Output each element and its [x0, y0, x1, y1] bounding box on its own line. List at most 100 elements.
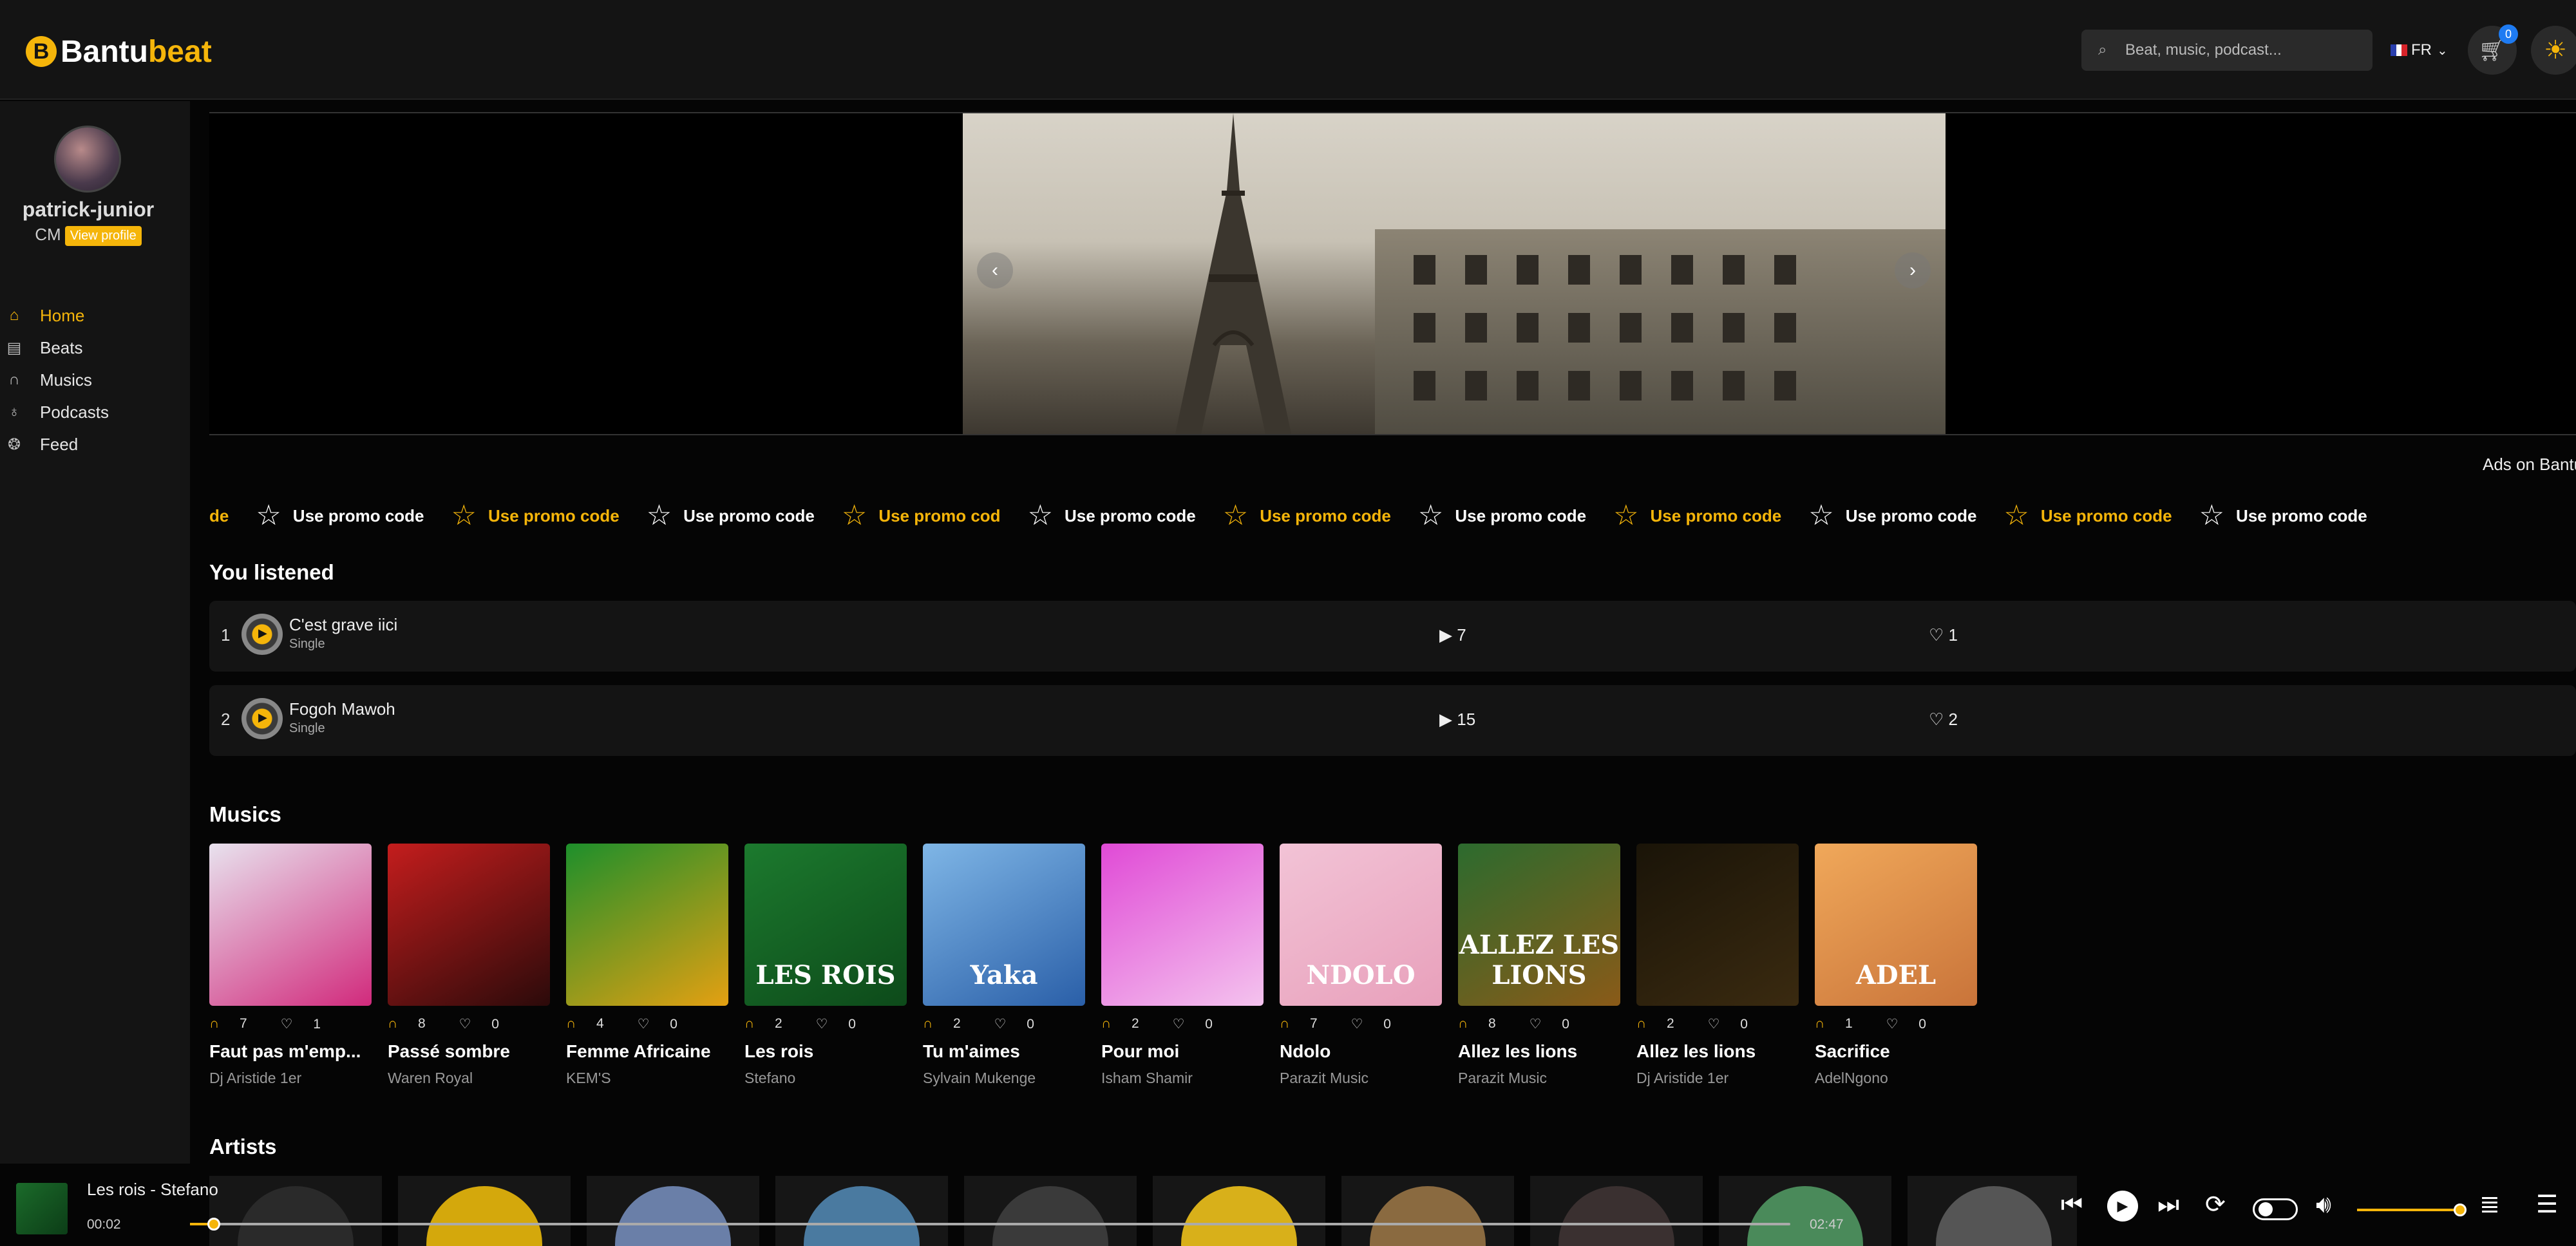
- theme-toggle-button[interactable]: ☀: [2531, 26, 2576, 75]
- music-artist[interactable]: Waren Royal: [388, 1070, 550, 1087]
- like-stat[interactable]: ♡ 0: [994, 1016, 1051, 1032]
- music-artist[interactable]: Sylvain Mukenge: [923, 1070, 1085, 1087]
- music-card[interactable]: ∩ 8 ♡ 0 Passé sombre Waren Royal: [388, 844, 550, 1087]
- ads-label[interactable]: Ads on Bantu: [2483, 455, 2576, 475]
- track-title[interactable]: Fogoh Mawoh: [289, 699, 395, 719]
- sidebar-item-musics[interactable]: ∩ Musics: [6, 364, 109, 396]
- music-card[interactable]: NDOLO ∩ 7 ♡ 0 Ndolo Parazit Music: [1280, 844, 1442, 1087]
- music-cover[interactable]: Yaka: [923, 844, 1085, 1006]
- music-title[interactable]: Allez les lions: [1458, 1041, 1620, 1062]
- avatar[interactable]: [54, 126, 121, 193]
- music-title[interactable]: Femme Africaine: [566, 1041, 728, 1062]
- language-selector[interactable]: FR ⌄: [2391, 39, 2448, 62]
- sidebar-item-feed[interactable]: ❂ Feed: [6, 428, 109, 460]
- player-progress-bar[interactable]: [190, 1218, 1790, 1231]
- music-cover[interactable]: [566, 844, 728, 1006]
- like-stat[interactable]: ♡ 0: [1173, 1016, 1229, 1032]
- music-card[interactable]: ALLEZ LES LIONS ∩ 8 ♡ 0 Allez les lions Para…: [1458, 844, 1620, 1087]
- music-artist[interactable]: Dj Aristide 1er: [1636, 1070, 1799, 1087]
- music-title[interactable]: Faut pas m'emp...: [209, 1041, 372, 1062]
- repeat-button[interactable]: ⟳: [2205, 1192, 2226, 1218]
- track-title[interactable]: C'est grave iici: [289, 615, 397, 635]
- promo-item[interactable]: ☆ Use promo code: [1028, 502, 1196, 530]
- like-stat[interactable]: ♡ 0: [1351, 1016, 1408, 1032]
- music-cover[interactable]: NDOLO: [1280, 844, 1442, 1006]
- like-stat[interactable]: ♡ 0: [816, 1016, 873, 1032]
- search-input[interactable]: [2125, 41, 2357, 59]
- like-stat[interactable]: ♡ 0: [1886, 1016, 1943, 1032]
- view-profile-button[interactable]: View profile: [64, 225, 142, 246]
- music-cover[interactable]: ALLEZ LES LIONS: [1458, 844, 1620, 1006]
- promo-item[interactable]: ☆ Use promo cod: [842, 502, 1001, 530]
- list-item[interactable]: 2 Fogoh Mawoh Single ▶ 15 ♡ 2: [209, 685, 2576, 756]
- list-item[interactable]: 1 C'est grave iici Single ▶ 7 ♡ 1: [209, 601, 2576, 672]
- music-artist[interactable]: KEM'S: [566, 1070, 728, 1087]
- carousel-next-button[interactable]: ›: [1895, 252, 1931, 288]
- play-thumb-icon[interactable]: [242, 698, 283, 739]
- music-cover[interactable]: [388, 844, 550, 1006]
- promo-item[interactable]: ☆ Use promo code: [1223, 502, 1391, 530]
- music-title[interactable]: Sacrifice: [1815, 1041, 1977, 1062]
- carousel-prev-button[interactable]: ‹: [977, 252, 1013, 288]
- promo-item[interactable]: ☆ Use promo code: [1808, 502, 1976, 530]
- sidebar-item-home[interactable]: ⌂ Home: [6, 299, 109, 332]
- music-artist[interactable]: Parazit Music: [1280, 1070, 1442, 1087]
- music-title[interactable]: Les rois: [744, 1041, 907, 1062]
- previous-track-button[interactable]: ⏮: [2061, 1192, 2083, 1218]
- shuffle-toggle[interactable]: [2253, 1198, 2298, 1220]
- music-title[interactable]: Ndolo: [1280, 1041, 1442, 1062]
- promo-item[interactable]: ☆ Use promo code: [256, 502, 424, 530]
- music-title[interactable]: Pour moi: [1101, 1041, 1264, 1062]
- cart-button[interactable]: 🛒︎ 0: [2468, 24, 2518, 75]
- like-stat[interactable]: ♡ 0: [1708, 1016, 1765, 1032]
- music-cover[interactable]: [209, 844, 372, 1006]
- promo-item[interactable]: ☆ Use promo code: [2003, 502, 2172, 530]
- like-count[interactable]: ♡ 2: [1929, 710, 1958, 730]
- volume-slider[interactable]: [2357, 1204, 2467, 1216]
- volume-handle[interactable]: [2454, 1204, 2467, 1216]
- music-artist[interactable]: Dj Aristide 1er: [209, 1070, 372, 1087]
- like-stat[interactable]: ♡ 1: [281, 1016, 337, 1032]
- like-count[interactable]: ♡ 1: [1929, 625, 1958, 645]
- promo-item[interactable]: ☆ Use promo code: [451, 502, 620, 530]
- play-thumb-icon[interactable]: [242, 614, 283, 655]
- volume-button[interactable]: 🔊︎: [2316, 1192, 2331, 1218]
- promo-item[interactable]: ☆ Use promo code: [2199, 502, 2367, 530]
- music-artist[interactable]: AdelNgono: [1815, 1070, 1977, 1087]
- music-card[interactable]: ∩ 2 ♡ 0 Pour moi Isham Shamir: [1101, 844, 1264, 1087]
- music-card[interactable]: ADEL ∩ 1 ♡ 0 Sacrifice AdelNgono: [1815, 844, 1977, 1087]
- music-card[interactable]: Yaka ∩ 2 ♡ 0 Tu m'aimes Sylvain Mukenge: [923, 844, 1085, 1087]
- music-card[interactable]: ∩ 7 ♡ 1 Faut pas m'emp... Dj Aristide 1er: [209, 844, 372, 1087]
- music-title[interactable]: Passé sombre: [388, 1041, 550, 1062]
- sidebar-item-beats[interactable]: ▤ Beats: [6, 332, 109, 364]
- player-track-title[interactable]: Les rois - Stefano: [87, 1180, 218, 1200]
- like-stat[interactable]: ♡ 0: [459, 1016, 516, 1032]
- next-track-button[interactable]: ⏭: [2157, 1192, 2179, 1218]
- promo-item[interactable]: ☆ Use promo code: [1613, 502, 1781, 530]
- music-card[interactable]: ∩ 4 ♡ 0 Femme Africaine KEM'S: [566, 844, 728, 1087]
- sidebar-item-podcasts[interactable]: ♁ Podcasts: [6, 396, 109, 428]
- music-card[interactable]: ∩ 2 ♡ 0 Allez les lions Dj Aristide 1er: [1636, 844, 1799, 1087]
- music-title[interactable]: Tu m'aimes: [923, 1041, 1085, 1062]
- like-stat[interactable]: ♡ 0: [638, 1016, 694, 1032]
- banner-image[interactable]: [963, 113, 1946, 434]
- music-cover[interactable]: LES ROIS: [744, 844, 907, 1006]
- queue-button[interactable]: ≣: [2479, 1192, 2500, 1218]
- music-card[interactable]: LES ROIS ∩ 2 ♡ 0 Les rois Stefano: [744, 844, 907, 1087]
- like-stat[interactable]: ♡ 0: [1530, 1016, 1586, 1032]
- playlist-button[interactable]: ☰: [2536, 1192, 2558, 1218]
- promo-item[interactable]: de: [209, 506, 229, 526]
- music-artist[interactable]: Stefano: [744, 1070, 907, 1087]
- music-cover[interactable]: [1636, 844, 1799, 1006]
- search-bar[interactable]: ⌕: [2081, 30, 2372, 71]
- music-artist[interactable]: Parazit Music: [1458, 1070, 1620, 1087]
- promo-item[interactable]: ☆ Use promo code: [1418, 502, 1586, 530]
- player-progress-handle[interactable]: [207, 1218, 221, 1231]
- bantubeat-logo[interactable]: B Bantu beat: [26, 32, 212, 71]
- music-artist[interactable]: Isham Shamir: [1101, 1070, 1264, 1087]
- music-title[interactable]: Allez les lions: [1636, 1041, 1799, 1062]
- promo-item[interactable]: ☆ Use promo code: [647, 502, 815, 530]
- music-cover[interactable]: [1101, 844, 1264, 1006]
- play-button[interactable]: ▶: [2107, 1191, 2138, 1222]
- music-cover[interactable]: ADEL: [1815, 844, 1977, 1006]
